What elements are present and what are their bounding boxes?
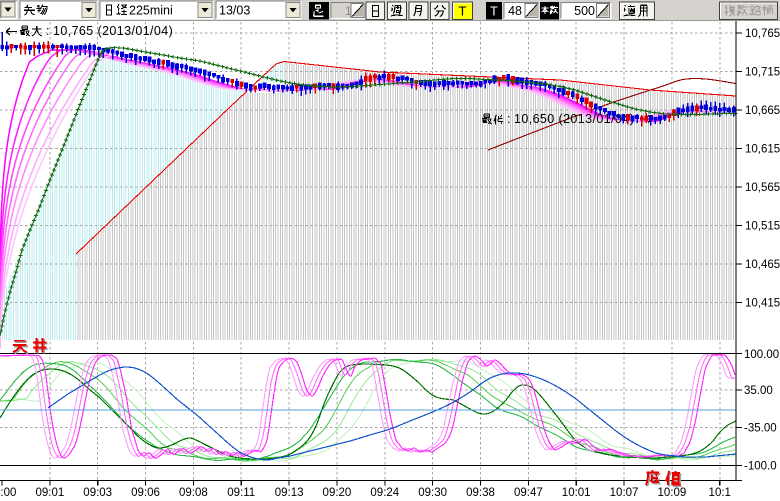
svg-text:10,515: 10,515: [745, 221, 780, 233]
svg-text:10,465: 10,465: [745, 259, 780, 271]
svg-text:13/03: 13/03: [219, 4, 250, 18]
svg-text:-100.0: -100.0: [744, 461, 777, 473]
svg-text:10:01: 10:01: [562, 487, 591, 499]
svg-text:09:06: 09:06: [131, 487, 160, 499]
svg-text:09:13: 09:13: [275, 487, 304, 499]
svg-text:10,715: 10,715: [745, 67, 780, 79]
svg-text:-35.00: -35.00: [744, 423, 777, 435]
svg-text::: :: [46, 24, 49, 38]
svg-text:10,415: 10,415: [745, 298, 780, 310]
svg-text:10,765 (2013/01/04): 10,765 (2013/01/04): [53, 24, 173, 38]
svg-text:09:01: 09:01: [35, 487, 64, 499]
svg-text:09:08: 09:08: [179, 487, 208, 499]
svg-text::: :: [507, 112, 510, 126]
svg-text:10:07: 10:07: [610, 487, 639, 499]
svg-text:10,565: 10,565: [745, 182, 780, 194]
svg-text:10:09: 10:09: [658, 487, 687, 499]
svg-text:35.00: 35.00: [744, 385, 773, 397]
svg-text:09:03: 09:03: [83, 487, 112, 499]
svg-text:48: 48: [508, 4, 522, 18]
svg-text:09:47: 09:47: [514, 487, 543, 499]
svg-text:10,765: 10,765: [745, 28, 780, 40]
svg-text:09:38: 09:38: [466, 487, 495, 499]
svg-text:09:11: 09:11: [227, 487, 255, 499]
svg-text:10,665: 10,665: [745, 105, 780, 117]
svg-text:225mini: 225mini: [129, 4, 173, 18]
svg-text:T: T: [459, 4, 467, 19]
svg-text:T: T: [490, 5, 498, 19]
svg-text:500: 500: [574, 4, 595, 18]
svg-text:100.00: 100.00: [744, 349, 779, 361]
svg-text:09:20: 09:20: [323, 487, 352, 499]
svg-text:10,615: 10,615: [745, 144, 780, 156]
svg-text:09:00: 09:00: [0, 487, 16, 499]
svg-text:10,650 (2013/01/04): 10,650 (2013/01/04): [514, 112, 634, 126]
svg-text:09:30: 09:30: [418, 487, 447, 499]
svg-text:09:24: 09:24: [370, 487, 399, 499]
svg-text:10:1: 10:1: [709, 487, 731, 499]
